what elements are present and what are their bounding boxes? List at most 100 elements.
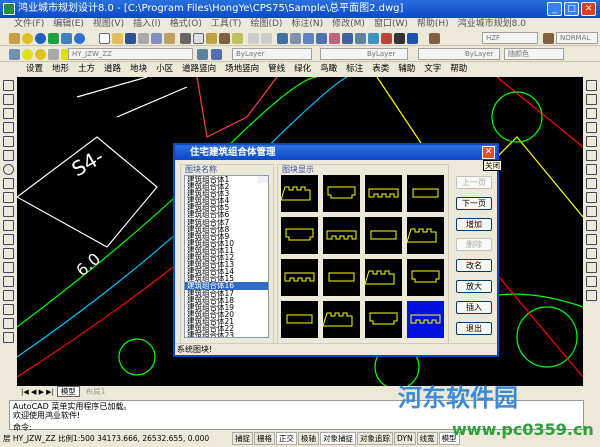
sun-icon[interactable] (35, 49, 46, 60)
zoom-realtime-icon[interactable] (289, 33, 301, 44)
menu-tables[interactable]: 表类 (372, 64, 389, 74)
cut-icon[interactable] (179, 33, 191, 44)
rename-button[interactable]: 改名 (456, 259, 492, 272)
tab-nav-buttons[interactable]: |◀ ◀ ▶ ▶| (21, 388, 54, 396)
block-preview-cell[interactable] (407, 259, 444, 296)
arc-icon[interactable] (3, 150, 14, 161)
menu-auxiliary[interactable]: 辅助 (398, 64, 415, 74)
properties-icon[interactable] (328, 33, 340, 44)
menu-earthwork[interactable]: 土方 (78, 64, 95, 74)
rectangle-icon[interactable] (3, 136, 14, 147)
menu-edit[interactable]: 编辑(E) (53, 19, 84, 29)
help-icon[interactable] (406, 33, 418, 44)
scale-icon[interactable] (586, 178, 597, 189)
globe-icon[interactable] (35, 33, 46, 44)
plot-style-select[interactable]: 随颜色 (504, 48, 564, 60)
layer-manager-icon[interactable] (9, 49, 20, 60)
block-list[interactable]: 建筑组合体1 建筑组合体2 建筑组合体3 建筑组合体4 建筑组合体5 建筑组合体6 建筑组合… (184, 175, 269, 338)
match-properties-icon[interactable] (218, 33, 230, 44)
block-preview-cell[interactable] (281, 217, 318, 254)
point-icon[interactable] (3, 262, 14, 273)
dim-style-select[interactable]: NORMAL (556, 32, 598, 44)
menu-district[interactable]: 小区 (156, 64, 173, 74)
polygon-icon[interactable] (3, 122, 14, 133)
mtext-icon[interactable] (3, 332, 14, 343)
text-style-select[interactable]: HZF (482, 32, 538, 44)
menu-site-vertical[interactable]: 场地竖向 (225, 64, 259, 74)
break-icon[interactable] (586, 234, 597, 245)
block-preview-cell[interactable] (323, 259, 360, 296)
undo-icon[interactable] (247, 33, 259, 44)
table-icon[interactable] (3, 318, 14, 329)
tool-icon[interactable] (61, 33, 72, 44)
block-preview-cell[interactable] (322, 301, 360, 338)
ellipse-icon[interactable] (3, 206, 14, 217)
block-preview-cell[interactable] (365, 175, 402, 212)
calculator-icon[interactable] (393, 33, 405, 44)
insert-button[interactable]: 插入 (456, 301, 492, 314)
save-icon[interactable] (124, 33, 136, 44)
zoom-button[interactable]: 放大 (456, 280, 492, 293)
extend-icon[interactable] (586, 220, 597, 231)
layer-previous-icon[interactable] (211, 49, 222, 60)
revcloud-icon[interactable] (3, 178, 14, 189)
chamfer-icon[interactable] (586, 262, 597, 273)
minimize-button[interactable]: _ (547, 2, 562, 16)
menu-birdview[interactable]: 鸟瞰 (320, 64, 337, 74)
color-select[interactable]: ByLayer (232, 48, 312, 60)
copy-object-icon[interactable] (586, 94, 597, 105)
construction-line-icon[interactable] (3, 94, 14, 105)
menu-text[interactable]: 文字 (424, 64, 441, 74)
publish-icon[interactable] (163, 33, 175, 44)
next-page-button[interactable]: 下一页 (456, 197, 492, 210)
hatch-icon[interactable] (3, 276, 14, 287)
add-button[interactable]: 增加 (456, 218, 492, 231)
spline-icon[interactable] (3, 192, 14, 203)
menu-modify[interactable]: 修改(M) (332, 19, 365, 29)
zoom-window-icon[interactable] (302, 33, 314, 44)
tab-layout1[interactable]: 布局1 (83, 387, 109, 396)
ellipse-arc-icon[interactable] (3, 220, 14, 231)
layer-select[interactable]: HY_JZW_ZZ (68, 48, 193, 60)
dialog-close-button[interactable]: ✕ (482, 146, 495, 159)
zoom-previous-icon[interactable] (315, 33, 327, 44)
grid-toggle[interactable]: 栅格 (254, 432, 275, 445)
tab-model[interactable]: 模型 (56, 386, 80, 397)
otrack-toggle[interactable]: 对象追踪 (357, 432, 393, 445)
design-center-icon[interactable] (341, 33, 353, 44)
preview-icon[interactable] (150, 33, 162, 44)
block-preview-cell[interactable] (281, 259, 318, 296)
line-icon[interactable] (3, 80, 14, 91)
delete-button[interactable]: 删除 (456, 238, 492, 251)
copy-icon[interactable] (192, 33, 204, 44)
stretch-icon[interactable] (586, 192, 597, 203)
block-preview-cell[interactable] (406, 217, 444, 254)
menu-tools[interactable]: 工具(T) (211, 19, 242, 29)
polyline-icon[interactable] (3, 108, 14, 119)
menu-dimension[interactable]: 标注(N) (291, 19, 323, 29)
join-icon[interactable] (586, 248, 597, 259)
close-button[interactable]: ✕ (581, 2, 596, 16)
lineweight-toggle[interactable]: 线宽 (416, 432, 438, 445)
globe-icon[interactable] (74, 33, 85, 44)
dyn-toggle[interactable]: DYN (394, 432, 416, 445)
mirror-icon[interactable] (586, 108, 597, 119)
menu-help2[interactable]: 帮助 (450, 64, 467, 74)
lineweight-select[interactable]: ByLayer (418, 48, 500, 60)
make-block-icon[interactable] (3, 248, 14, 259)
menu-file[interactable]: 文件(F) (14, 19, 44, 29)
redo-icon[interactable] (260, 33, 272, 44)
menu-annotation[interactable]: 标注 (346, 64, 363, 74)
block-preview-cell[interactable] (323, 175, 360, 212)
block-preview-cell[interactable] (365, 301, 402, 338)
sheet-set-icon[interactable] (367, 33, 379, 44)
menu-window[interactable]: 窗口(W) (374, 19, 408, 29)
trim-icon[interactable] (586, 206, 597, 217)
offset-icon[interactable] (586, 122, 597, 133)
menu-settings[interactable]: 设置 (26, 64, 43, 74)
tool-icon[interactable] (48, 33, 59, 44)
markup-icon[interactable] (380, 33, 392, 44)
gradient-icon[interactable] (3, 290, 14, 301)
tool-icon[interactable] (22, 33, 33, 44)
prev-page-button[interactable]: 上一页 (456, 176, 492, 189)
